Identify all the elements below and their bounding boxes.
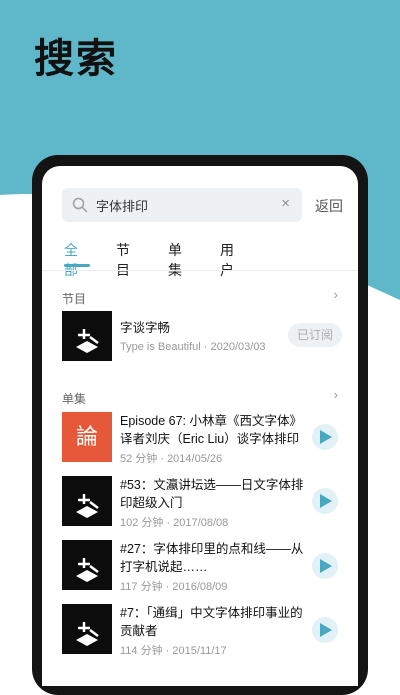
play-icon <box>320 623 332 637</box>
play-icon <box>320 430 332 444</box>
section-heading-programs: 节目 <box>62 292 87 306</box>
search-icon <box>72 197 88 213</box>
program-title: 字谈字畅 <box>120 321 171 335</box>
search-input[interactable]: 字体排印 × <box>62 188 302 222</box>
tab-programs[interactable]: 节目 <box>116 240 130 280</box>
episode-cover-art <box>62 476 112 526</box>
episode-title-line2: 贡献者 <box>120 624 158 638</box>
program-cover-art <box>62 311 112 361</box>
play-button[interactable] <box>312 424 338 450</box>
episode-cover-art <box>62 604 112 654</box>
episode-cover-art <box>62 540 112 590</box>
program-meta: Type is Beautiful · 2020/03/03 <box>120 341 266 353</box>
chevron-right-icon[interactable]: › <box>334 387 338 402</box>
episode-title-line2: 印超级入门 <box>120 496 183 510</box>
play-button[interactable] <box>312 617 338 643</box>
episode-title-line1: #27：字体排印里的点和线——从 <box>120 542 304 556</box>
episode-meta: 114 分钟 · 2015/11/17 <box>120 645 227 657</box>
tab-episodes[interactable]: 单集 <box>168 240 182 280</box>
tab-users[interactable]: 用户 <box>220 240 234 280</box>
active-tab-indicator <box>64 264 90 267</box>
episode-cover-art: 論 <box>62 412 112 462</box>
app-screen: 字体排印 × 返回 全部 节目 单集 用户 节目 › 字谈字畅 Type is … <box>42 166 358 686</box>
tab-divider <box>42 270 358 271</box>
play-button[interactable] <box>312 488 338 514</box>
search-query: 字体排印 <box>96 199 149 214</box>
subscribed-button[interactable]: 已订阅 <box>288 323 342 347</box>
episode-title-line1: #53：文瀛讲坛选——日文字体排 <box>120 478 304 492</box>
chevron-right-icon[interactable]: › <box>334 287 338 302</box>
episode-meta: 102 分钟 · 2017/08/08 <box>120 517 229 529</box>
episode-title-line2: 打字机说起…… <box>120 560 208 574</box>
play-icon <box>320 494 332 508</box>
episode-title-line1: #7：「通缉」中文字体排印事业的 <box>120 606 303 620</box>
play-button[interactable] <box>312 553 338 579</box>
back-button[interactable]: 返回 <box>315 196 343 216</box>
section-heading-episodes: 单集 <box>62 392 87 406</box>
episode-title-line1: Episode 67: 小林章《西文字体》 <box>120 414 302 428</box>
episode-meta: 52 分钟 · 2014/05/26 <box>120 453 223 465</box>
close-icon[interactable]: × <box>281 195 290 212</box>
episode-meta: 117 分钟 · 2016/08/09 <box>120 581 228 593</box>
tab-all[interactable]: 全部 <box>64 240 78 280</box>
play-icon <box>320 559 332 573</box>
episode-title-line2: 译者刘庆（Eric Liu）谈字体排印 <box>120 432 300 446</box>
search-bar: 字体排印 × 返回 <box>62 188 352 222</box>
hero-subtitle: 精准快速 <box>34 85 186 123</box>
